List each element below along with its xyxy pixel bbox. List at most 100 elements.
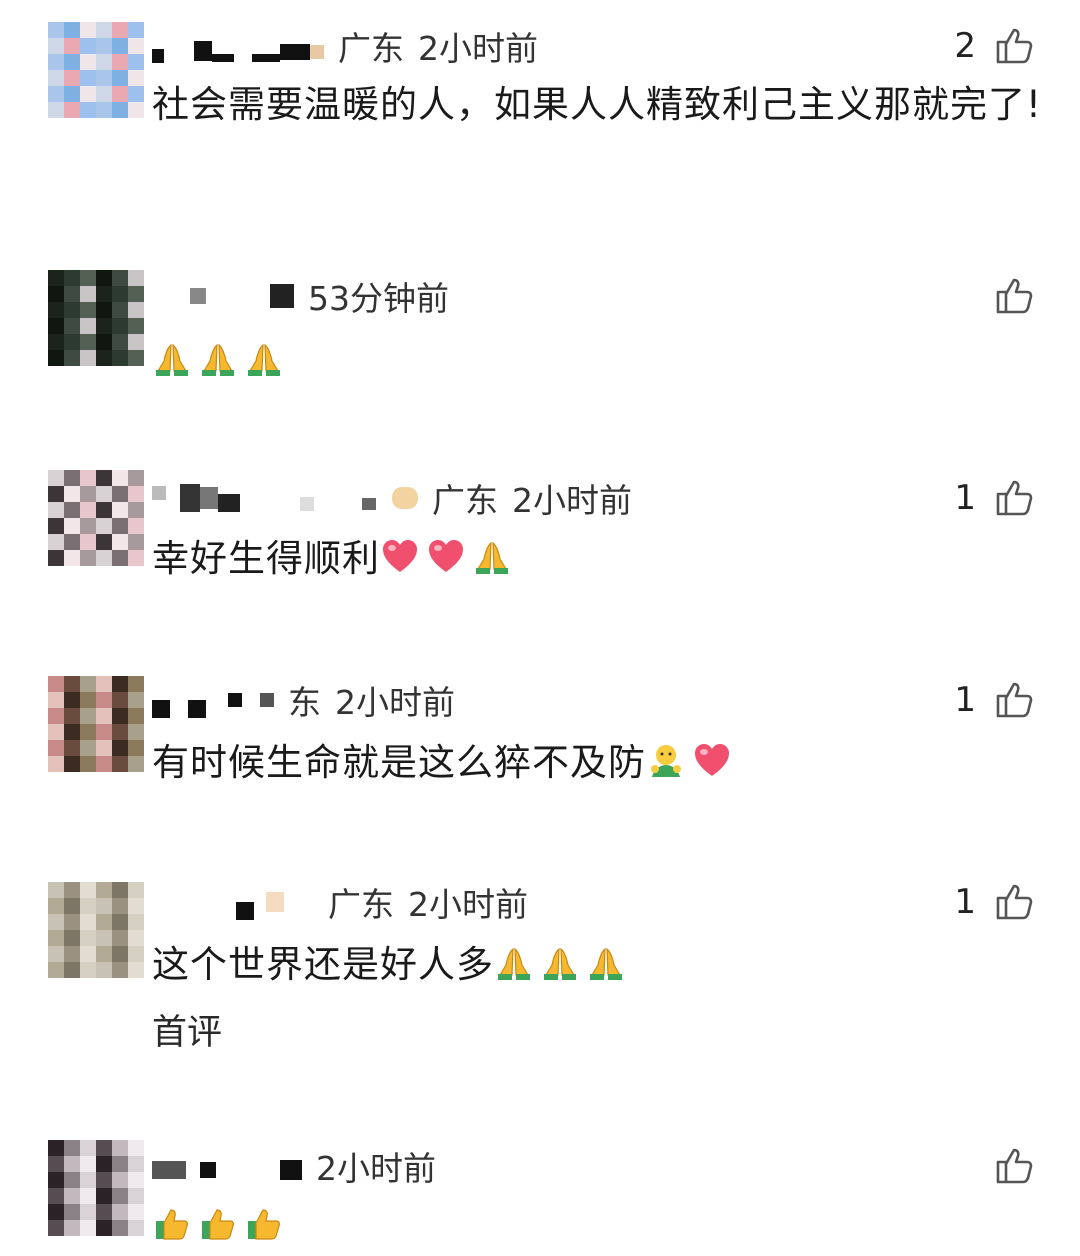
avatar-pixel: [80, 1140, 96, 1156]
avatar-pixel: [112, 930, 128, 946]
avatar-pixel: [128, 1188, 144, 1204]
avatar-pixel: [64, 930, 80, 946]
redacted-username[interactable]: [152, 682, 274, 718]
avatar-pixel: [48, 692, 64, 708]
avatar-pixel: [48, 756, 64, 772]
avatar-pixel: [48, 1156, 64, 1172]
avatar-pixel: [112, 86, 128, 102]
location: 广东: [432, 481, 498, 520]
avatar-pixel: [128, 882, 144, 898]
avatar-pixel: [48, 962, 64, 978]
pray-emoji-icon: [152, 339, 192, 379]
avatar[interactable]: [48, 676, 144, 772]
avatar-pixel: [112, 534, 128, 550]
avatar-pixel: [80, 1156, 96, 1172]
avatar[interactable]: [48, 1140, 144, 1236]
avatar[interactable]: [48, 270, 144, 366]
avatar-pixel: [128, 86, 144, 102]
avatar-pixel: [128, 318, 144, 334]
avatar-pixel: [64, 270, 80, 286]
avatar-pixel: [96, 898, 112, 914]
redacted-username[interactable]: [152, 284, 294, 308]
comment-meta: 广东 2小时前: [152, 22, 538, 70]
avatar-pixel: [64, 676, 80, 692]
avatar-pixel: [64, 1220, 80, 1236]
thumbs-up-outline-icon[interactable]: [992, 880, 1036, 924]
avatar[interactable]: [48, 22, 144, 118]
like-control[interactable]: 1: [954, 878, 1036, 926]
avatar-pixel: [128, 930, 144, 946]
avatar[interactable]: [48, 470, 144, 566]
avatar-pixel: [48, 22, 64, 38]
avatar-pixel: [80, 270, 96, 286]
thumbs-up-outline-icon[interactable]: [992, 476, 1036, 520]
avatar-pixel: [48, 318, 64, 334]
like-control[interactable]: [992, 1142, 1036, 1190]
avatar-pixel: [64, 470, 80, 486]
avatar-pixel: [96, 470, 112, 486]
avatar-pixel: [64, 962, 80, 978]
like-control[interactable]: 1: [954, 676, 1036, 724]
avatar-pixel: [80, 708, 96, 724]
avatar-pixel: [64, 740, 80, 756]
avatar-pixel: [96, 946, 112, 962]
avatar-pixel: [64, 534, 80, 550]
avatar-pixel: [80, 302, 96, 318]
avatar-pixel: [64, 102, 80, 118]
timestamp: 2小时前: [316, 1149, 436, 1188]
like-control[interactable]: 2: [954, 22, 1036, 70]
thumbs-up-outline-icon[interactable]: [992, 24, 1036, 68]
avatar-pixel: [112, 962, 128, 978]
heart-emoji-icon: [692, 741, 732, 781]
avatar-pixel: [112, 898, 128, 914]
comment-text: 有时候生命就是这么猝不及防: [152, 738, 1044, 788]
avatar-pixel: [112, 302, 128, 318]
avatar-pixel: [80, 518, 96, 534]
avatar-pixel: [48, 286, 64, 302]
avatar-pixel: [80, 286, 96, 302]
emoji-row: [494, 943, 632, 986]
redacted-username[interactable]: [152, 1152, 302, 1180]
avatar-pixel: [64, 946, 80, 962]
avatar-pixel: [112, 486, 128, 502]
pray-emoji-icon: [472, 537, 512, 577]
thumbs-up-outline-icon[interactable]: [992, 274, 1036, 318]
avatar-pixel: [112, 724, 128, 740]
avatar-pixel: [64, 86, 80, 102]
redacted-username[interactable]: [152, 29, 324, 63]
like-control[interactable]: 1: [954, 474, 1036, 522]
thumbs-emoji-icon: [244, 1203, 284, 1243]
avatar-pixel: [112, 518, 128, 534]
avatar-pixel: [80, 534, 96, 550]
avatar-pixel: [80, 1188, 96, 1204]
like-count: 1: [954, 680, 976, 720]
like-control[interactable]: [992, 272, 1036, 320]
avatar-pixel: [48, 1140, 64, 1156]
avatar-pixel: [48, 86, 64, 102]
comment-meta: 广东 2小时前: [152, 474, 632, 522]
thumbs-up-outline-icon[interactable]: [992, 678, 1036, 722]
avatar-pixel: [64, 1140, 80, 1156]
timestamp: 2小时前: [512, 481, 632, 520]
avatar-pixel: [64, 914, 80, 930]
avatar-pixel: [64, 1204, 80, 1220]
avatar-pixel: [128, 286, 144, 302]
avatar-pixel: [64, 550, 80, 566]
timestamp: 2小时前: [408, 885, 528, 924]
redacted-username[interactable]: [152, 884, 314, 920]
avatar-pixel: [64, 318, 80, 334]
avatar-pixel: [96, 270, 112, 286]
thumbs-up-outline-icon[interactable]: [992, 1144, 1036, 1188]
avatar-pixel: [112, 70, 128, 86]
avatar-pixel: [112, 692, 128, 708]
avatar[interactable]: [48, 882, 144, 978]
avatar-pixel: [48, 486, 64, 502]
pray-emoji-icon: [540, 943, 580, 983]
avatar-pixel: [48, 724, 64, 740]
avatar-pixel: [128, 22, 144, 38]
redacted-username[interactable]: [152, 484, 418, 512]
avatar-pixel: [128, 470, 144, 486]
avatar-pixel: [128, 502, 144, 518]
avatar-pixel: [96, 1204, 112, 1220]
avatar-pixel: [48, 1204, 64, 1220]
